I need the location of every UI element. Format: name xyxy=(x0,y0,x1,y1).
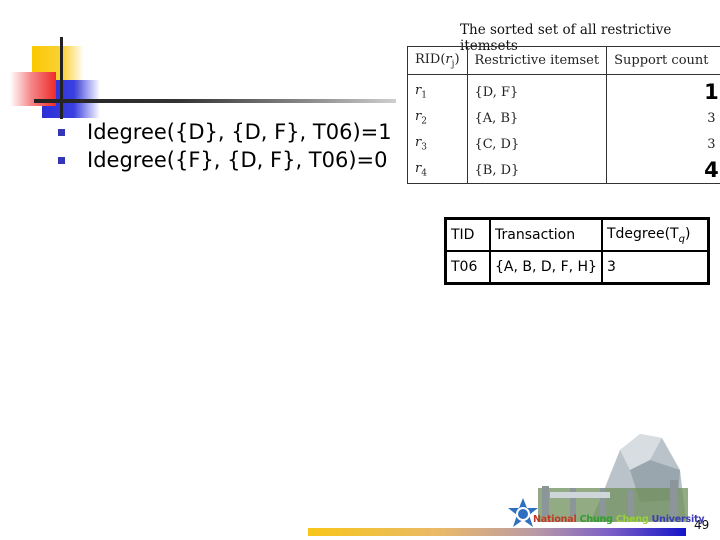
itemset-cell: {A, B} xyxy=(467,105,608,131)
logo-word: Cheng xyxy=(615,514,649,525)
transaction-table: TID Transaction Tdegree(Tq) T06 {A, B, D… xyxy=(444,217,710,285)
table-row: r3 {C, D} 3 xyxy=(407,131,720,157)
bullet-text: Idegree({F}, {D, F}, T06)=0 xyxy=(87,148,388,172)
table-header-row: RID(rj) Restrictive itemset Support coun… xyxy=(407,46,720,75)
header-support: Support count xyxy=(606,46,720,75)
bullet-list: Idegree({D}, {D, F}, T06)=1 Idegree({F},… xyxy=(58,118,392,174)
header-rid: RID(rj) xyxy=(407,46,468,75)
header-itemset: Restrictive itemset xyxy=(467,46,608,75)
support-cell: 3 xyxy=(607,105,720,131)
support-cell: 1 xyxy=(607,75,720,106)
bullet-item: Idegree({D}, {D, F}, T06)=1 xyxy=(58,118,392,146)
support-cell: 4 xyxy=(607,157,720,184)
header-tid: TID xyxy=(444,217,491,252)
tid-cell: T06 xyxy=(444,250,491,285)
rid-sub: 3 xyxy=(421,142,427,153)
rid-cell: r3 xyxy=(407,131,468,157)
bullet-square-icon xyxy=(58,156,65,164)
itemset-cell: {D, F} xyxy=(467,74,608,105)
restrictive-itemset-table: RID(rj) Restrictive itemset Support coun… xyxy=(407,46,720,184)
page-number: 49 xyxy=(694,518,710,532)
footer-gradient-bar xyxy=(308,528,686,536)
header-transaction: Transaction xyxy=(489,217,603,252)
support-value: 3 xyxy=(707,136,716,152)
header-tdegree-suffix: ) xyxy=(684,225,691,242)
itemset-cell: {C, D} xyxy=(467,131,608,157)
decor-vertical-line xyxy=(60,37,63,119)
table-row: r4 {B, D} 4 xyxy=(407,157,720,184)
rid-sub: 1 xyxy=(421,90,427,101)
header-rid-suffix: ) xyxy=(454,51,460,67)
rid-cell: r4 xyxy=(407,157,468,184)
bullet-item: Idegree({F}, {D, F}, T06)=0 xyxy=(58,146,392,174)
bullet-square-icon xyxy=(58,128,65,136)
bullet-text: Idegree({D}, {D, F}, T06)=1 xyxy=(87,120,392,144)
table-row: r2 {A, B} 3 xyxy=(407,105,720,131)
itemset-cell: {B, D} xyxy=(467,157,608,184)
header-tdegree: Tdegree(Tq) xyxy=(600,217,710,252)
rid-sub: 4 xyxy=(421,168,427,179)
table-row: r1 {D, F} 1 xyxy=(407,74,720,106)
transaction-cell: {A, B, D, F, H} xyxy=(489,250,603,285)
support-value: 3 xyxy=(707,110,716,126)
rid-cell: r2 xyxy=(407,105,468,131)
logo-word: National xyxy=(533,514,577,525)
logo-word: Chung xyxy=(579,514,613,525)
tdegree-cell: 3 xyxy=(600,250,710,285)
header-tdegree-prefix: Tdegree(T xyxy=(606,225,679,242)
rid-sub: 2 xyxy=(421,116,427,127)
support-value-emphasized: 4 xyxy=(704,158,719,182)
university-name-logo: National Chung Cheng University xyxy=(533,514,705,525)
rid-cell: r1 xyxy=(407,74,468,105)
title-divider-line xyxy=(34,99,396,103)
table-row: T06 {A, B, D, F, H} 3 xyxy=(444,250,710,285)
campus-building-image xyxy=(538,434,688,522)
support-cell: 3 xyxy=(607,131,720,157)
table-header-row: TID Transaction Tdegree(Tq) xyxy=(444,217,710,252)
support-value-emphasized: 1 xyxy=(704,80,719,104)
header-rid-prefix: RID( xyxy=(415,51,446,67)
